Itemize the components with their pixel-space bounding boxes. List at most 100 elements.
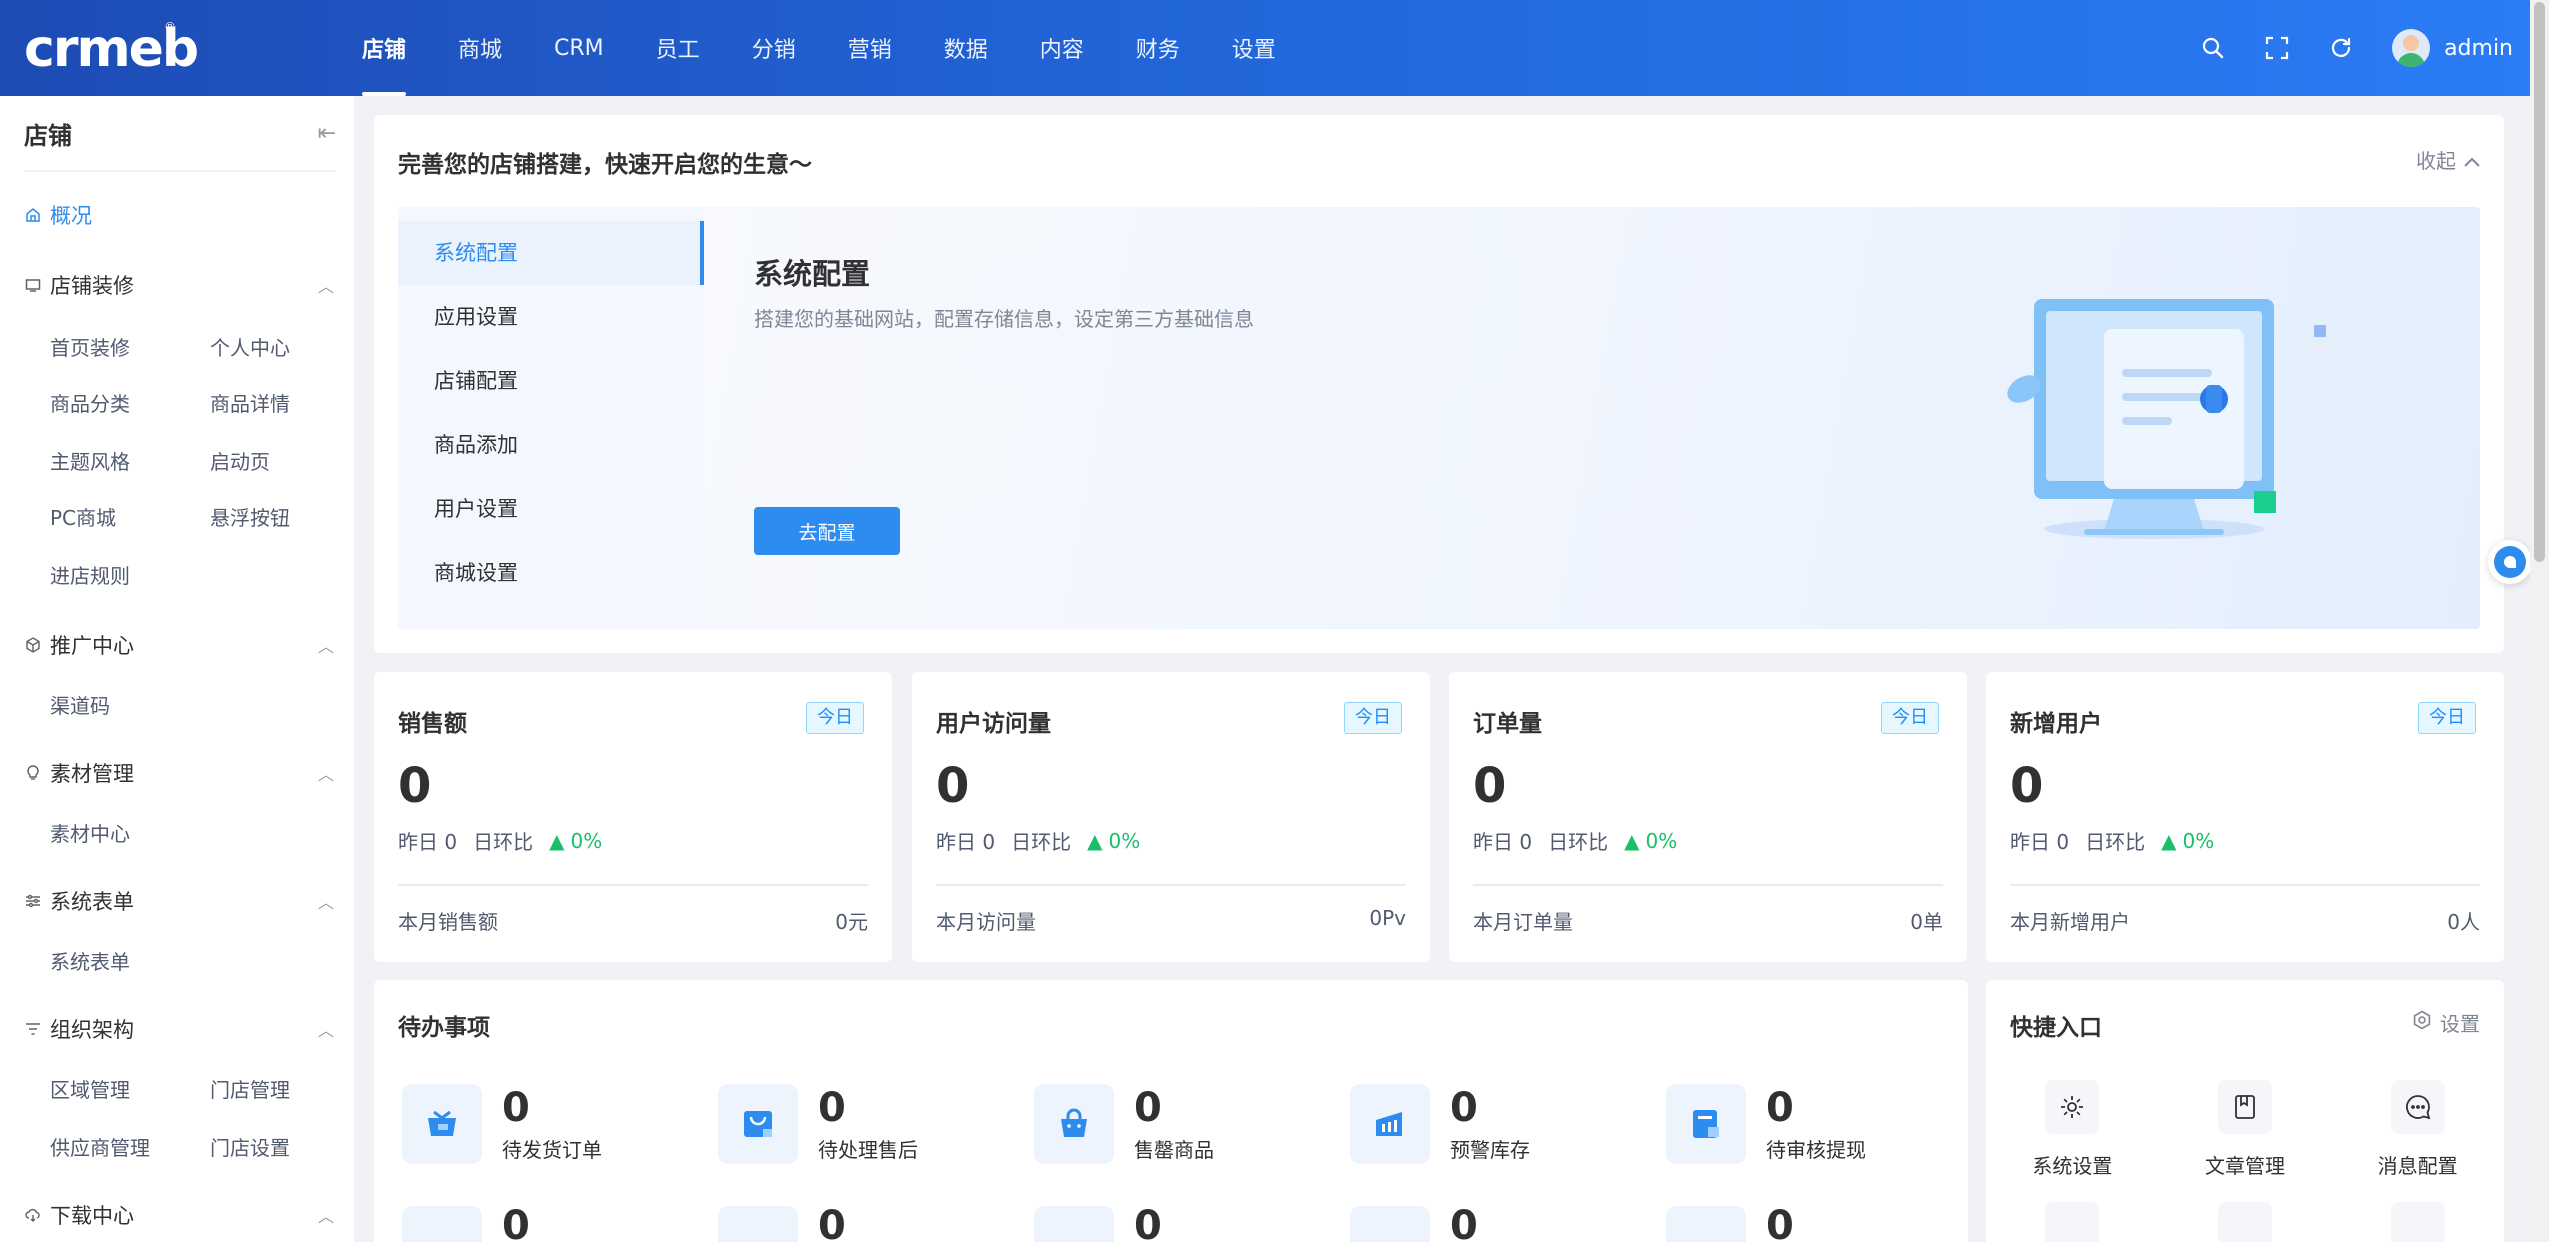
sidebar-item-supplier[interactable]: 供应商管理 (50, 1132, 150, 1161)
sidebar-group-system-forms[interactable]: 系统表单 ︿ (24, 886, 334, 916)
todo-title: 待办事项 (398, 1015, 490, 1041)
guide-tab-system-config[interactable]: 系统配置 (398, 221, 704, 285)
todo-pending-withdrawal[interactable]: 0 待审核提现 (1666, 1084, 1982, 1164)
computer-illustration-icon (2004, 289, 2344, 549)
sidebar-item-entry-rules[interactable]: 进店规则 (50, 560, 130, 589)
quick-settings-button[interactable]: 设置 (2412, 1008, 2480, 1037)
chat-float-button[interactable] (2488, 540, 2532, 584)
topnav-item-finance[interactable]: 财务 (1114, 0, 1202, 96)
quick-item[interactable] (1992, 1202, 2152, 1242)
article-icon (2217, 1080, 2272, 1134)
message-icon (2390, 1080, 2445, 1134)
sidebar-item-pc-mall[interactable]: PC商城 (50, 502, 116, 531)
todo-tile[interactable]: 0 (718, 1204, 1034, 1242)
todo-tile[interactable]: 0 (402, 1204, 718, 1242)
stat-yesterday: 昨日 0 (398, 830, 458, 854)
divider (2010, 884, 2480, 886)
guide-content: 系统配置 搭建您的基础网站，配置存储信息，设定第三方基础信息 去配置 (704, 207, 2480, 629)
sliders-icon (24, 892, 42, 910)
topnav-item-crm[interactable]: CRM (532, 0, 626, 96)
home-icon (24, 206, 42, 224)
page-scrollbar[interactable] (2530, 0, 2549, 1242)
todo-card: 待办事项 0 待发货订单 0 待处理售后 0 售罄商品 0 预警库存 0 待审核… (374, 980, 1968, 1242)
quick-item-messages[interactable]: 消息配置 (2338, 1080, 2498, 1179)
collapse-left-icon[interactable]: ⇤ (318, 121, 336, 146)
go-configure-button[interactable]: 去配置 (754, 507, 900, 555)
user-menu[interactable]: admin (2392, 29, 2513, 67)
topnav-item-shop[interactable]: 店铺 (340, 0, 428, 96)
stat-value: 0 (1473, 758, 1507, 814)
quick-item-articles[interactable]: 文章管理 (2165, 1080, 2325, 1179)
sidebar-item-float-button[interactable]: 悬浮按钮 (210, 502, 290, 531)
divider (936, 884, 1406, 886)
sidebar-item-channel-code[interactable]: 渠道码 (50, 690, 110, 719)
caret-up-icon: ▲ (2161, 828, 2177, 853)
todo-stock-warning[interactable]: 0 预警库存 (1350, 1084, 1666, 1164)
guide-tab-store-config[interactable]: 店铺配置 (398, 349, 704, 413)
guide-content-desc: 搭建您的基础网站，配置存储信息，设定第三方基础信息 (754, 307, 1254, 331)
sidebar: 店铺 ⇤ 概况 店铺装修 ︿ 首页装修 个人中心 商品分类 商品详情 主题风格 … (0, 96, 354, 1242)
guide-tab-app-settings[interactable]: 应用设置 (398, 285, 704, 349)
sidebar-item-overview[interactable]: 概况 (24, 200, 92, 230)
today-badge: 今日 (1881, 702, 1939, 734)
topnav-item-mall[interactable]: 商城 (436, 0, 524, 96)
guide-tab-user-settings[interactable]: 用户设置 (398, 477, 704, 541)
todo-value: 0 (1134, 1203, 1162, 1242)
topnav-item-data[interactable]: 数据 (922, 0, 1010, 96)
sidebar-group-promotion[interactable]: 推广中心 ︿ (24, 630, 334, 660)
stat-month-value: 0人 (2447, 910, 2480, 934)
today-badge: 今日 (2418, 702, 2476, 734)
sidebar-group-organization[interactable]: 组织架构 ︿ (24, 1014, 334, 1044)
todo-tile[interactable]: 0 (1350, 1204, 1666, 1242)
caret-up-icon: ▲ (549, 828, 565, 853)
sidebar-item-material-center[interactable]: 素材中心 (50, 818, 130, 847)
fullscreen-icon[interactable] (2264, 35, 2290, 61)
todo-tiles: 0 待发货订单 0 待处理售后 0 售罄商品 0 预警库存 0 待审核提现 (402, 1084, 1982, 1164)
topnav-item-distribution[interactable]: 分销 (730, 0, 818, 96)
todo-tile[interactable]: 0 (1034, 1204, 1350, 1242)
sidebar-item-store-manage[interactable]: 门店管理 (210, 1074, 290, 1103)
todo-pending-aftersale[interactable]: 0 待处理售后 (718, 1084, 1034, 1164)
quick-item[interactable] (2165, 1202, 2325, 1242)
todo-icon (1666, 1206, 1746, 1242)
sidebar-item-splash[interactable]: 启动页 (210, 446, 270, 475)
topnav-item-settings[interactable]: 设置 (1210, 0, 1298, 96)
sidebar-group-materials[interactable]: 素材管理 ︿ (24, 758, 334, 788)
top-nav: 店铺 商城 CRM 员工 分销 营销 数据 内容 财务 设置 (340, 0, 1306, 96)
sidebar-item-home-decor[interactable]: 首页装修 (50, 332, 130, 361)
sidebar-item-user-center[interactable]: 个人中心 (210, 332, 290, 361)
topnav-item-content[interactable]: 内容 (1018, 0, 1106, 96)
sidebar-title: 店铺 (24, 121, 72, 150)
search-icon[interactable] (2200, 35, 2226, 61)
quick-item-system-settings[interactable]: 系统设置 (1992, 1080, 2152, 1179)
stat-name: 新增用户 (2010, 711, 2102, 737)
topnav-item-staff[interactable]: 员工 (634, 0, 722, 96)
quick-item[interactable] (2338, 1202, 2498, 1242)
sidebar-group-decoration[interactable]: 店铺装修 ︿ (24, 270, 334, 300)
chevron-up-icon: ︿ (317, 1207, 334, 1226)
stat-ratio: ▲ 0% (1624, 828, 1678, 853)
sidebar-item-goods-detail[interactable]: 商品详情 (210, 388, 290, 417)
refresh-icon[interactable] (2328, 35, 2354, 61)
quick-item-icon (2217, 1202, 2272, 1242)
sidebar-item-theme[interactable]: 主题风格 (50, 446, 130, 475)
brand-logo[interactable]: crmeb ® (24, 20, 199, 78)
guide-tab-add-goods[interactable]: 商品添加 (398, 413, 704, 477)
todo-tile[interactable]: 0 (1666, 1204, 1982, 1242)
avatar (2392, 29, 2431, 67)
sidebar-group-downloads[interactable]: 下载中心 ︿ (24, 1200, 334, 1230)
todo-label: 预警库存 (1450, 1137, 1530, 1162)
sidebar-item-system-form[interactable]: 系统表单 (50, 946, 130, 975)
todo-sold-out[interactable]: 0 售罄商品 (1034, 1084, 1350, 1164)
sidebar-item-region[interactable]: 区域管理 (50, 1074, 130, 1103)
todo-pending-shipment[interactable]: 0 待发货订单 (402, 1084, 718, 1164)
todo-icon (718, 1206, 798, 1242)
scrollbar-thumb[interactable] (2534, 2, 2545, 562)
sidebar-item-store-settings[interactable]: 门店设置 (210, 1132, 290, 1161)
fold-button[interactable]: 收起 (2416, 145, 2480, 174)
topnav-item-marketing[interactable]: 营销 (826, 0, 914, 96)
sidebar-item-goods-category[interactable]: 商品分类 (50, 388, 130, 417)
registered-mark: ® (164, 20, 176, 34)
guide-tab-mall-settings[interactable]: 商城设置 (398, 541, 704, 605)
caret-up-icon: ▲ (1624, 828, 1640, 853)
